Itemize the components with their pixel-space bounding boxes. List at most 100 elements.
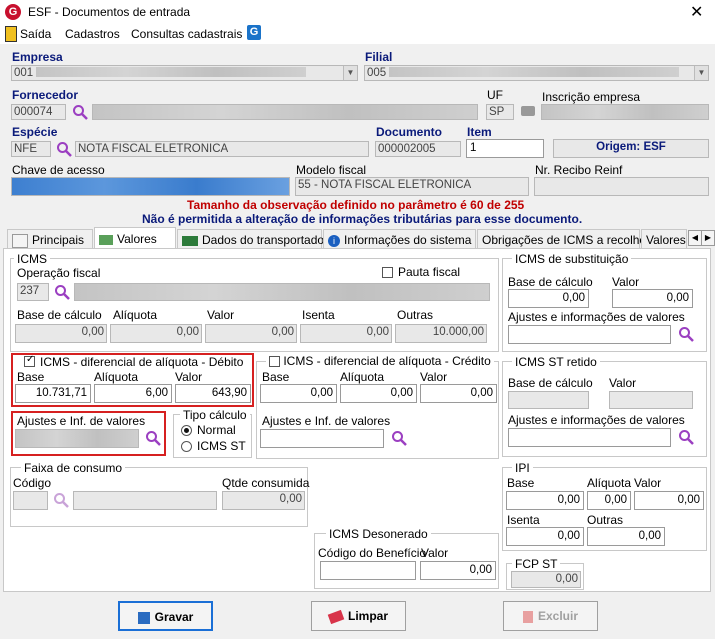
fornecedor-name-field bbox=[92, 104, 478, 120]
tab-valores[interactable]: Valores bbox=[94, 227, 176, 249]
trash-icon bbox=[522, 610, 533, 623]
desonerado-codigo-field[interactable] bbox=[320, 561, 416, 580]
ajustes-debito-field[interactable] bbox=[15, 429, 139, 448]
ipi-isenta-label: Isenta bbox=[507, 513, 540, 527]
ajustes-debito-label: Ajustes e Inf. de valores bbox=[17, 414, 146, 428]
inscricao-label: Inscrição empresa bbox=[542, 90, 641, 104]
ipi-aliquota-field[interactable]: 0,00 bbox=[587, 491, 631, 510]
icms-aliquota-field[interactable]: 0,00 bbox=[110, 324, 202, 343]
difal-credito-base-label: Base bbox=[262, 370, 290, 384]
icms-isenta-label: Isenta bbox=[302, 308, 335, 322]
icms-valor-field[interactable]: 0,00 bbox=[205, 324, 297, 343]
search-icon[interactable] bbox=[145, 430, 161, 446]
printer-icon[interactable] bbox=[521, 106, 535, 116]
search-icon[interactable] bbox=[678, 429, 694, 445]
especie-desc-field: NOTA FISCAL ELETRONICA bbox=[75, 141, 369, 157]
tab-dados-transportador[interactable]: Dados do transportador bbox=[177, 229, 328, 248]
search-icon[interactable] bbox=[56, 141, 72, 157]
search-icon[interactable] bbox=[53, 492, 69, 508]
icms-group-title: ICMS bbox=[14, 252, 50, 266]
documento-field[interactable]: 000002005 bbox=[375, 141, 461, 157]
ipi-isenta-field[interactable]: 0,00 bbox=[506, 527, 584, 546]
difal-debito-aliquota-label: Alíquota bbox=[94, 370, 139, 384]
ajustes-credito-field[interactable] bbox=[260, 429, 384, 448]
faixa-title: Faixa de consumo bbox=[21, 461, 126, 475]
difal-credito-header: ICMS - diferencial de alíquota - Crédito bbox=[266, 354, 494, 368]
difal-debito-checkbox[interactable]: ✓ bbox=[24, 354, 35, 367]
icms-base-field[interactable]: 0,00 bbox=[15, 324, 107, 343]
ipi-valor-field[interactable]: 0,00 bbox=[634, 491, 704, 510]
limpar-button[interactable]: Limpar bbox=[311, 601, 406, 631]
tab-principais[interactable]: Principais bbox=[7, 229, 93, 248]
difal-credito-checkbox[interactable] bbox=[269, 356, 280, 368]
g-app-icon[interactable]: G bbox=[247, 25, 261, 40]
icms-sub-base-field[interactable]: 0,00 bbox=[508, 289, 589, 308]
difal-debito-base-field[interactable]: 10.731,71 bbox=[15, 384, 91, 403]
menu-consultas[interactable]: Consultas cadastrais bbox=[131, 27, 242, 41]
search-icon[interactable] bbox=[72, 104, 88, 120]
tipo-normal-radio[interactable] bbox=[181, 425, 192, 436]
chave-label: Chave de acesso bbox=[12, 163, 105, 177]
filial-dropdown-icon[interactable]: ▼ bbox=[694, 66, 708, 80]
search-icon[interactable] bbox=[391, 430, 407, 446]
especie-code-field[interactable]: NFE bbox=[11, 141, 51, 157]
fornecedor-code-field[interactable]: 000074 bbox=[11, 104, 66, 120]
tipo-normal-label: Normal bbox=[197, 423, 236, 437]
empresa-label: Empresa bbox=[12, 50, 63, 64]
difal-debito-aliquota-field[interactable]: 6,00 bbox=[94, 384, 172, 403]
ipi-base-field[interactable]: 0,00 bbox=[506, 491, 584, 510]
tab-scroll-left-icon[interactable]: ◀ bbox=[688, 230, 702, 246]
filial-label: Filial bbox=[365, 50, 393, 64]
operacao-label: Operação fiscal bbox=[17, 266, 101, 280]
gravar-button[interactable]: Gravar bbox=[118, 601, 213, 631]
info-icon: i bbox=[328, 234, 340, 247]
warning-message: Tamanho da observação definido no parâme… bbox=[187, 198, 525, 212]
icms-st-base-label: Base de cálculo bbox=[508, 376, 593, 390]
close-icon[interactable]: ✕ bbox=[690, 2, 703, 22]
icms-outras-field[interactable]: 10.000,00 bbox=[395, 324, 487, 343]
faixa-qtde-label: Qtde consumida bbox=[222, 476, 310, 490]
tab-scroll-right-icon[interactable]: ▶ bbox=[701, 230, 715, 246]
tipo-st-radio[interactable] bbox=[181, 441, 192, 452]
ipi-outras-label: Outras bbox=[587, 513, 624, 527]
icms-sub-ajustes-field[interactable] bbox=[508, 325, 671, 344]
search-icon[interactable] bbox=[678, 326, 694, 342]
chave-field[interactable] bbox=[11, 177, 290, 196]
filial-value: 005 bbox=[367, 67, 387, 79]
icms-valor-label: Valor bbox=[207, 308, 235, 322]
difal-credito-valor-field[interactable]: 0,00 bbox=[420, 384, 497, 403]
tab-obrigacoes-icms[interactable]: Obrigações de ICMS a recolher bbox=[477, 229, 650, 248]
origem-label: Origem: ESF bbox=[553, 139, 709, 158]
search-icon[interactable] bbox=[54, 284, 70, 300]
tab-valores-2[interactable]: Valores bbox=[641, 229, 687, 248]
icms-sub-valor-field[interactable]: 0,00 bbox=[612, 289, 693, 308]
empresa-select[interactable]: 001 x bbox=[11, 65, 358, 81]
ipi-base-label: Base bbox=[507, 476, 535, 490]
empresa-value: 001 bbox=[14, 67, 34, 79]
ajustes-credito-label: Ajustes e Inf. de valores bbox=[262, 414, 391, 428]
menu-cadastros[interactable]: Cadastros bbox=[65, 27, 120, 41]
icms-st-ajustes-field[interactable] bbox=[508, 428, 671, 447]
pauta-label: Pauta fiscal bbox=[398, 265, 461, 279]
empresa-dropdown-icon[interactable]: ▼ bbox=[343, 66, 357, 80]
filial-select[interactable]: 005 x bbox=[364, 65, 709, 81]
icms-base-label: Base de cálculo bbox=[17, 308, 102, 322]
item-field[interactable]: 1 bbox=[466, 139, 544, 158]
pauta-checkbox[interactable] bbox=[382, 267, 393, 278]
ipi-outras-field[interactable]: 0,00 bbox=[587, 527, 665, 546]
icms-aliquota-label: Alíquota bbox=[113, 308, 158, 322]
window-title: ESF - Documentos de entrada bbox=[28, 5, 191, 19]
menu-saida[interactable]: Saída bbox=[20, 27, 51, 41]
difal-credito-base-field[interactable]: 0,00 bbox=[260, 384, 337, 403]
uf-field: SP bbox=[486, 104, 514, 120]
excluir-button[interactable]: Excluir bbox=[503, 601, 598, 631]
icms-isenta-field[interactable]: 0,00 bbox=[300, 324, 392, 343]
operacao-code-field[interactable]: 237 bbox=[17, 283, 49, 301]
uf-label: UF bbox=[487, 88, 503, 102]
documento-label: Documento bbox=[376, 125, 442, 139]
tab-informacoes-sistema[interactable]: i Informações do sistema bbox=[323, 229, 476, 248]
app-logo-icon: G bbox=[5, 4, 21, 20]
difal-debito-valor-field[interactable]: 643,90 bbox=[175, 384, 251, 403]
difal-credito-aliquota-field[interactable]: 0,00 bbox=[340, 384, 417, 403]
desonerado-valor-field[interactable]: 0,00 bbox=[420, 561, 496, 580]
